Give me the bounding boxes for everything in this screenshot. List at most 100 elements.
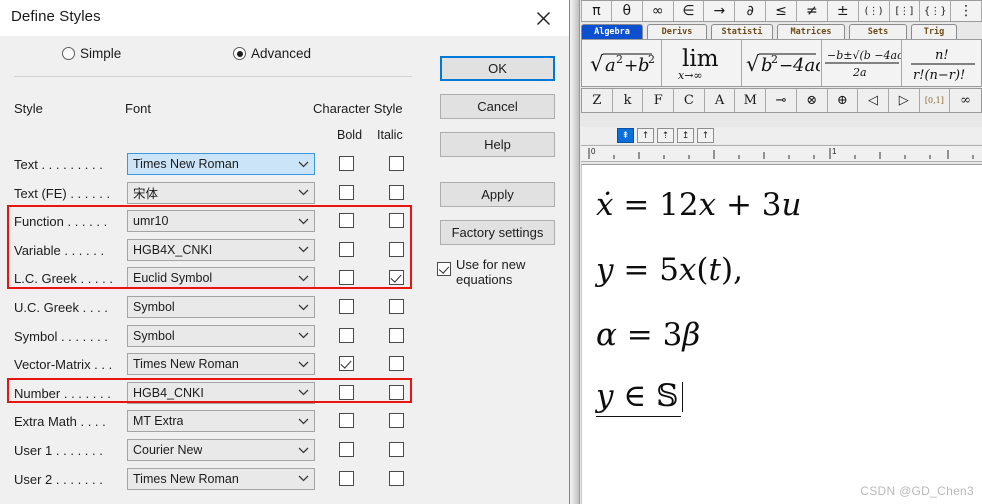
template-tab-algebra[interactable]: Algebra [581, 24, 643, 39]
font-combobox[interactable]: Euclid Symbol [127, 267, 315, 290]
symbol-button[interactable]: ◁ [858, 89, 889, 112]
symbol-button[interactable]: A [705, 89, 736, 112]
font-combobox[interactable]: Symbol [127, 324, 315, 347]
symbol-button[interactable]: → [704, 1, 736, 21]
template-combination[interactable]: n! r!(n−r)! [902, 40, 981, 86]
symbol-button[interactable]: ≠ [796, 1, 828, 21]
chevron-down-icon[interactable] [298, 297, 309, 317]
symbol-button[interactable]: Z [582, 89, 613, 112]
symbol-button[interactable]: [⋮] [889, 1, 921, 21]
italic-checkbox[interactable] [389, 213, 404, 229]
bold-checkbox[interactable] [339, 270, 354, 286]
equation-line-4[interactable]: y ∈ 𝕊 [596, 378, 684, 417]
symbol-button[interactable]: ∂ [735, 1, 767, 21]
template-tab-trig[interactable]: Trig [911, 24, 957, 39]
bold-checkbox[interactable] [339, 442, 354, 457]
symbol-button[interactable]: [0,1] [920, 89, 951, 112]
font-combobox[interactable]: Courier New [127, 439, 315, 461]
symbol-button[interactable]: C [674, 89, 705, 112]
template-tab-sets[interactable]: Sets [849, 24, 907, 39]
equation-line-2[interactable]: y = 5x(t), [596, 252, 743, 288]
bold-checkbox[interactable] [339, 299, 354, 314]
equation-line-3[interactable]: α = 3β [596, 317, 700, 353]
equation-canvas[interactable]: ẋ = 12x + 3u y = 5x(t), α = 3β y ∈ 𝕊 [581, 164, 982, 504]
help-button[interactable]: Help [440, 132, 555, 157]
symbol-button[interactable]: ⊕ [828, 89, 859, 112]
font-combobox[interactable]: Times New Roman [127, 467, 315, 490]
bold-checkbox[interactable] [339, 413, 354, 429]
symbol-button[interactable]: (⋮) [858, 1, 890, 21]
align-right-icon[interactable]: ⇡ [657, 128, 674, 143]
symbol-button[interactable]: ∞ [642, 1, 674, 21]
font-combobox[interactable]: umr10 [127, 210, 315, 233]
template-tab-statisti[interactable]: Statisti [711, 24, 773, 39]
use-for-new-equations-checkbox[interactable]: Use for new equations [437, 257, 562, 287]
chevron-down-icon[interactable] [298, 240, 309, 260]
symbol-button[interactable]: ⊸ [766, 89, 797, 112]
symbol-button[interactable]: ⊗ [797, 89, 828, 112]
symbol-button[interactable]: θ [611, 1, 643, 21]
template-tab-matrices[interactable]: Matrices [777, 24, 845, 39]
italic-checkbox[interactable] [389, 270, 404, 286]
symbol-button[interactable]: ▷ [889, 89, 920, 112]
bold-checkbox[interactable] [339, 470, 354, 486]
italic-checkbox[interactable] [389, 442, 404, 457]
template-tab-derivs[interactable]: Derivs [647, 24, 707, 39]
italic-checkbox[interactable] [389, 327, 404, 343]
symbol-button[interactable]: {⋮} [920, 1, 952, 21]
symbol-button[interactable]: ⋮ [951, 1, 982, 21]
font-combobox[interactable]: Times New Roman [127, 353, 315, 376]
chevron-down-icon[interactable] [298, 354, 309, 374]
chevron-down-icon[interactable] [298, 154, 309, 174]
symbol-button[interactable]: k [613, 89, 644, 112]
symbol-button[interactable]: ∞ [950, 89, 981, 112]
radio-advanced[interactable]: Advanced [233, 46, 311, 61]
chevron-down-icon[interactable] [298, 183, 309, 203]
align-left-icon[interactable]: ⇞ [617, 128, 634, 143]
chevron-down-icon[interactable] [298, 268, 309, 288]
chevron-down-icon[interactable] [298, 440, 309, 460]
chevron-down-icon[interactable] [298, 211, 309, 231]
chevron-down-icon[interactable] [298, 411, 309, 431]
close-icon[interactable] [530, 7, 556, 29]
align-center-icon[interactable]: ↑ [637, 128, 654, 143]
font-combobox[interactable]: 宋体 [127, 181, 315, 204]
bold-checkbox[interactable] [339, 184, 354, 200]
bold-checkbox[interactable] [339, 356, 354, 372]
italic-checkbox[interactable] [389, 413, 404, 429]
font-combobox[interactable]: HGB4_CNKI [127, 381, 315, 404]
equation-line-1[interactable]: ẋ = 12x + 3u [596, 187, 801, 223]
radio-simple[interactable]: Simple [62, 46, 121, 61]
symbol-button[interactable]: ± [827, 1, 859, 21]
template-limit[interactable]: lim x→∞ [662, 40, 742, 86]
align-dot-icon[interactable]: ↑ [697, 128, 714, 143]
font-combobox[interactable]: Symbol [127, 296, 315, 318]
font-combobox[interactable]: Times New Roman [127, 153, 315, 175]
italic-checkbox[interactable] [389, 241, 404, 257]
italic-checkbox[interactable] [389, 299, 404, 314]
font-combobox[interactable]: HGB4X_CNKI [127, 238, 315, 261]
italic-checkbox[interactable] [389, 184, 404, 200]
symbol-button[interactable]: F [643, 89, 675, 112]
bold-checkbox[interactable] [339, 241, 354, 257]
template-quadratic-formula[interactable]: −b±√(b −4ac) 2a [822, 40, 902, 86]
cancel-button[interactable]: Cancel [440, 94, 555, 119]
template-sqrt-b2-4ac[interactable]: √ b 2 − 4ac [742, 40, 822, 86]
symbol-button[interactable]: M [735, 89, 767, 112]
chevron-down-icon[interactable] [298, 383, 309, 403]
symbol-button[interactable]: ≤ [766, 1, 797, 21]
factory-settings-button[interactable]: Factory settings [440, 220, 555, 245]
align-equals-icon[interactable]: ↥ [677, 128, 694, 143]
chevron-down-icon[interactable] [298, 469, 309, 489]
template-sqrt-a2-b2[interactable]: √ a 2 + b 2 [582, 40, 662, 86]
apply-button[interactable]: Apply [440, 182, 555, 207]
chevron-down-icon[interactable] [298, 326, 309, 346]
bold-checkbox[interactable] [339, 156, 354, 171]
ok-button[interactable]: OK [440, 56, 555, 81]
symbol-button[interactable]: ∈ [673, 1, 705, 21]
bold-checkbox[interactable] [339, 327, 354, 343]
bold-checkbox[interactable] [339, 213, 354, 229]
italic-checkbox[interactable] [389, 470, 404, 486]
bold-checkbox[interactable] [339, 384, 354, 400]
italic-checkbox[interactable] [389, 356, 404, 372]
